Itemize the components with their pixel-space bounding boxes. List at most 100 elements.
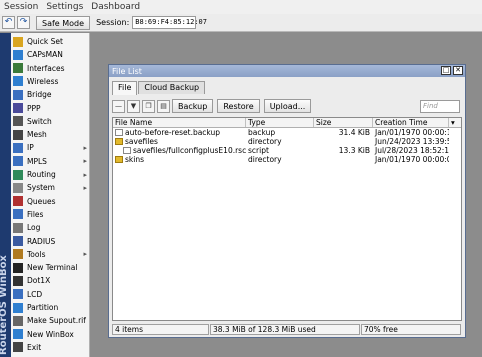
menu-item-icon (13, 182, 23, 193)
sidebar-item-make-supout-rif[interactable]: Make Supout.rif (13, 314, 90, 327)
status-item-count: 4 items (112, 324, 209, 335)
sidebar-item-label: Bridge (27, 90, 52, 100)
session-field[interactable]: B8:69:F4:85:12:07 (132, 16, 207, 29)
sidebar-item-label: System (27, 183, 55, 193)
menu-item-icon (13, 129, 23, 140)
menu-item-icon (13, 329, 23, 340)
size-cell (314, 155, 373, 164)
close-icon[interactable]: ✕ (453, 66, 463, 75)
sidebar-item-new-terminal[interactable]: New Terminal (13, 261, 90, 274)
size-cell (314, 137, 373, 146)
status-disk-usage: 38.3 MiB of 128.3 MiB used (210, 324, 360, 335)
table-row[interactable]: savefiles directory Jun/24/2023 13:39:55 (113, 137, 461, 146)
sidebar-item-label: Switch (27, 116, 52, 126)
table-row[interactable]: savefiles/fullconfigplusE10.rsc script 13.… (113, 146, 461, 155)
sidebar-item-label: Quick Set (27, 37, 63, 46)
filter-icon[interactable]: ▼ (127, 99, 140, 113)
status-free-percent: 70% free (361, 324, 461, 335)
submenu-arrow-icon: ▸ (83, 157, 87, 166)
folder-icon (115, 156, 123, 163)
menu-item-icon (13, 302, 23, 313)
sidebar-item-log[interactable]: Log (13, 221, 90, 234)
sidebar-item-label: Wireless (27, 76, 59, 86)
menu-session[interactable]: Session (0, 2, 42, 12)
sidebar-item-files[interactable]: Files (13, 208, 90, 221)
maximize-icon[interactable]: □ (441, 66, 451, 75)
restore-button[interactable]: Restore (217, 99, 260, 113)
creation-time-cell: Jun/24/2023 13:39:55 (375, 137, 449, 146)
file-name-cell: savefiles/fullconfigplusE10.rsc (113, 146, 246, 155)
sidebar-item-ppp[interactable]: PPP (13, 102, 90, 115)
sidebar-item-label: Files (27, 209, 44, 219)
table-header: File Name Type Size Creation Time ▾ (113, 118, 461, 128)
sidebar-item-label: Mesh (27, 130, 47, 140)
tab-file[interactable]: File (112, 81, 138, 95)
sidebar-item-new-winbox[interactable]: New WinBox (13, 328, 90, 341)
sidebar-item-bridge[interactable]: Bridge (13, 88, 90, 101)
find-input[interactable]: Find (420, 100, 460, 113)
sidebar-item-capsman[interactable]: CAPsMAN (13, 48, 90, 61)
column-file-name[interactable]: File Name (113, 118, 246, 127)
menu-item-icon (13, 289, 23, 300)
sidebar-item-quick-set[interactable]: Quick Set (13, 35, 90, 48)
redo-icon[interactable]: ↷ (17, 16, 30, 29)
brand-strip: RouterOS WinBox (0, 33, 11, 357)
menu-dashboard[interactable]: Dashboard (87, 2, 144, 12)
sidebar-item-mpls[interactable]: MPLS ▸ (13, 155, 90, 168)
file-icon (123, 147, 131, 154)
copy-icon[interactable]: ❐ (142, 99, 155, 113)
sidebar-item-lcd[interactable]: LCD (13, 288, 90, 301)
menu-item-icon (13, 36, 23, 47)
safe-mode-button[interactable]: Safe Mode (36, 15, 91, 30)
sidebar-item-switch[interactable]: Switch (13, 115, 90, 128)
sidebar-item-exit[interactable]: Exit (13, 341, 90, 354)
tab-cloud-backup[interactable]: Cloud Backup (138, 81, 206, 94)
menu-item-icon (13, 262, 23, 273)
submenu-arrow-icon: ▸ (83, 143, 87, 152)
file-table: File Name Type Size Creation Time ▾ auto… (112, 117, 462, 321)
file-icon (115, 129, 123, 136)
menu-item-icon (13, 156, 23, 167)
sidebar-item-label: RADIUS (27, 236, 56, 246)
paste-icon[interactable]: ▤ (157, 99, 170, 113)
sidebar-item-system[interactable]: System ▸ (13, 181, 90, 194)
sidebar-item-dot1x[interactable]: Dot1X (13, 274, 90, 287)
menu-item-icon (13, 49, 23, 60)
tab-bar: File Cloud Backup (112, 81, 206, 95)
sidebar-item-routing[interactable]: Routing ▸ (13, 168, 90, 181)
column-creation-time[interactable]: Creation Time (373, 118, 449, 127)
column-type[interactable]: Type (246, 118, 314, 127)
sidebar-item-label: PPP (27, 103, 41, 113)
window-titlebar[interactable]: File List □ ✕ (109, 65, 465, 77)
sidebar-item-interfaces[interactable]: Interfaces (13, 62, 90, 75)
menu-item-icon (13, 142, 23, 153)
sidebar-item-label: Interfaces (27, 63, 65, 73)
sidebar-item-tools[interactable]: Tools ▸ (13, 248, 90, 261)
menu-item-icon (13, 169, 23, 180)
creation-time-cell: Jan/01/1970 00:00:04 (375, 155, 449, 164)
type-cell: script (248, 146, 269, 155)
upload-button[interactable]: Upload... (263, 99, 312, 113)
column-size[interactable]: Size (314, 118, 373, 127)
undo-icon[interactable]: ↶ (2, 16, 15, 29)
backup-button[interactable]: Backup (172, 99, 214, 113)
session-label: Session: (96, 18, 130, 27)
column-menu-icon[interactable]: ▾ (449, 118, 461, 127)
table-row[interactable]: auto-before-reset.backup backup 31.4 KiB Ja… (113, 128, 461, 137)
sidebar-item-label: Tools (27, 249, 46, 259)
menu-item-icon (13, 342, 23, 353)
sidebar-item-mesh[interactable]: Mesh (13, 128, 90, 141)
remove-icon[interactable]: — (112, 99, 125, 113)
menu-item-icon (13, 89, 23, 100)
sidebar-item-queues[interactable]: Queues (13, 195, 90, 208)
sidebar-item-radius[interactable]: RADIUS (13, 235, 90, 248)
file-name-cell: auto-before-reset.backup (113, 128, 246, 137)
type-cell: directory (248, 155, 282, 164)
sidebar-item-ip[interactable]: IP ▸ (13, 141, 90, 154)
menu-item-icon (13, 236, 23, 246)
sidebar-item-partition[interactable]: Partition (13, 301, 90, 314)
menu-settings[interactable]: Settings (42, 2, 87, 12)
main-toolbar: ↶ ↷ Safe Mode Session: B8:69:F4:85:12:07 (0, 14, 482, 32)
sidebar-item-wireless[interactable]: Wireless (13, 75, 90, 88)
table-row[interactable]: skins directory Jan/01/1970 00:00:04 (113, 155, 461, 164)
